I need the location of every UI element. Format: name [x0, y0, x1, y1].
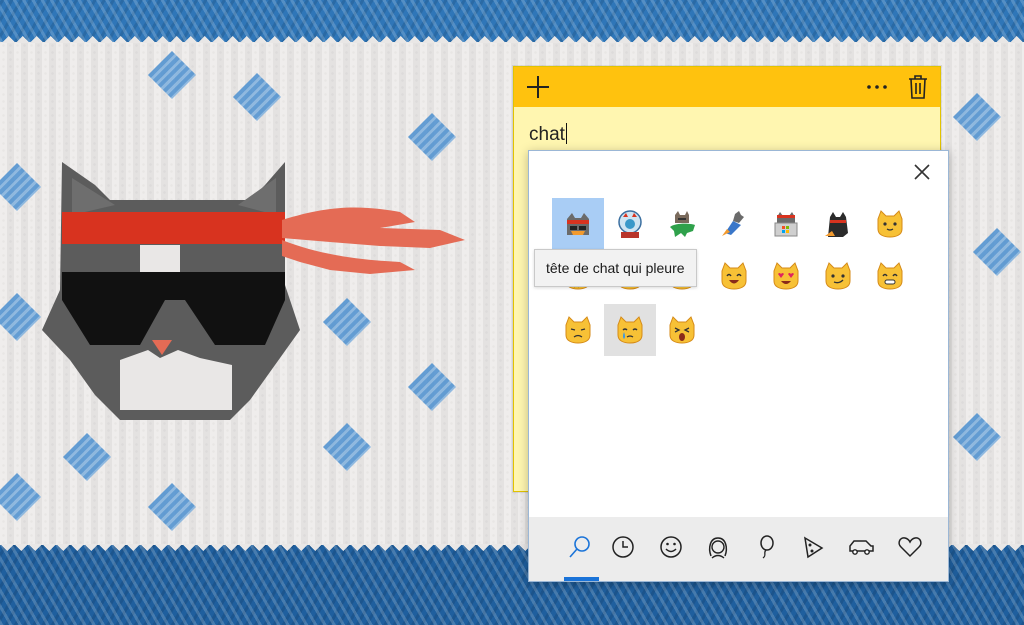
emoji-wry-smile-cat[interactable] [812, 250, 864, 302]
category-food[interactable] [795, 529, 831, 565]
emoji-cat-face[interactable] [864, 198, 916, 250]
emoji-grinning-cat[interactable] [864, 250, 916, 302]
heart-eyes-cat-icon [773, 262, 799, 290]
emoji-ninja-cat[interactable] [552, 198, 604, 250]
stack-cat-icon [825, 212, 848, 237]
ellipsis-icon [867, 85, 887, 89]
emoji-pouting-cat[interactable] [552, 304, 604, 356]
emoji-crying-cat[interactable] [604, 304, 656, 356]
emoji-weary-cat[interactable] [656, 304, 708, 356]
hacker-cat-icon [722, 211, 744, 236]
car-icon [849, 540, 874, 555]
trash-icon [909, 75, 927, 99]
dino-cat-icon [670, 211, 695, 237]
category-symbols[interactable] [892, 529, 928, 565]
emoji-panel[interactable]: tête de chat qui pleure [528, 150, 949, 582]
emoji-category-bar [529, 517, 948, 581]
category-celebration[interactable] [748, 529, 784, 565]
crying-cat-icon [617, 316, 643, 344]
search-icon [569, 536, 590, 558]
note-text: chat [529, 124, 565, 145]
category-travel[interactable] [843, 529, 879, 565]
tooltip-text: tête de chat qui pleure [546, 260, 685, 276]
astro-cat-icon [618, 210, 642, 238]
emoji-heart-eyes-cat[interactable] [760, 250, 812, 302]
emoji-stack-cat[interactable] [812, 198, 864, 250]
recent-clock-icon [612, 536, 634, 558]
emoji-smiling-cat[interactable] [708, 250, 760, 302]
smiling-cat-icon [721, 262, 747, 290]
sticky-toolbar [514, 67, 940, 107]
pouting-cat-icon [565, 316, 591, 344]
category-smileys[interactable] [653, 529, 689, 565]
grinning-cat-icon [877, 262, 903, 290]
emoji-dino-cat[interactable] [656, 198, 708, 250]
emoji-tooltip: tête de chat qui pleure [534, 249, 697, 287]
cat-face-icon [877, 210, 903, 238]
delete-note-button[interactable] [906, 74, 930, 100]
more-options-button[interactable] [864, 75, 890, 99]
ninja-cat-icon [567, 213, 589, 235]
people-icon [708, 537, 728, 559]
active-category-indicator [564, 577, 599, 581]
balloon-icon [760, 535, 774, 559]
category-recent[interactable] [605, 529, 641, 565]
ninja-cat-artwork [42, 162, 465, 420]
wry-smile-cat-icon [825, 262, 851, 290]
note-text-area[interactable]: chat [529, 123, 567, 146]
emoji-astro-cat[interactable] [604, 198, 656, 250]
plus-icon [527, 76, 549, 98]
heart-icon [898, 537, 922, 558]
close-button[interactable] [911, 161, 933, 183]
category-search[interactable] [562, 529, 598, 565]
category-people[interactable] [700, 529, 736, 565]
smiley-icon [660, 536, 682, 558]
emoji-hipster-cat[interactable] [760, 198, 812, 250]
weary-cat-icon [669, 316, 695, 344]
add-note-button[interactable] [524, 73, 552, 101]
text-caret [565, 123, 567, 144]
close-icon [914, 164, 930, 180]
emoji-hacker-cat[interactable] [708, 198, 760, 250]
pizza-icon [804, 536, 824, 559]
hipster-cat-icon [774, 212, 798, 237]
